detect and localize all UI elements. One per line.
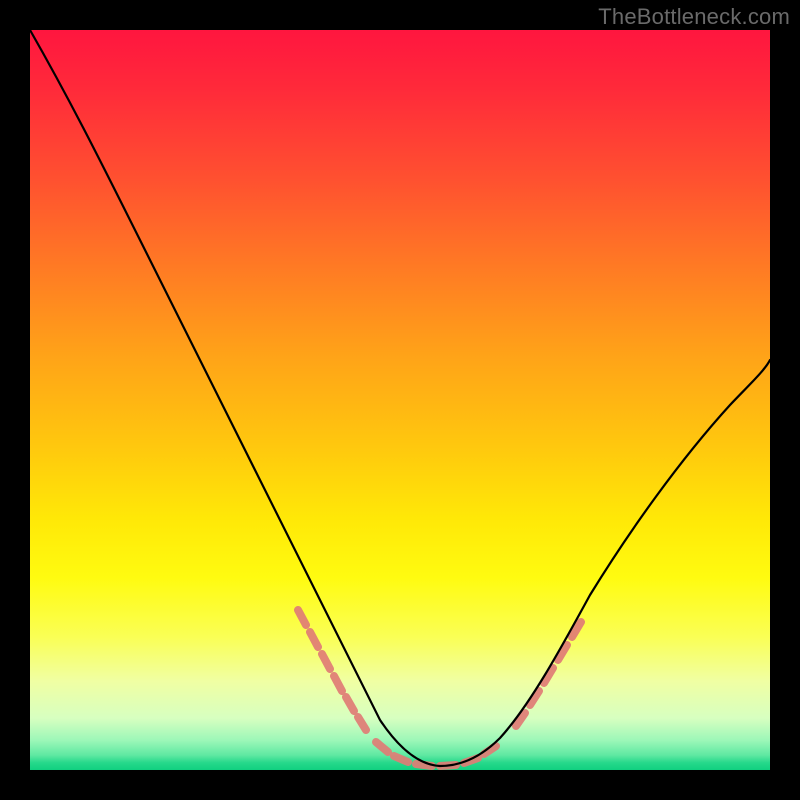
watermark-text: TheBottleneck.com	[598, 4, 790, 30]
chart-frame: TheBottleneck.com	[0, 0, 800, 800]
plot-area	[30, 30, 770, 770]
curve-svg	[30, 30, 770, 770]
highlight-right	[516, 622, 581, 726]
bottleneck-curve	[30, 30, 770, 766]
highlight-valley	[376, 742, 496, 766]
